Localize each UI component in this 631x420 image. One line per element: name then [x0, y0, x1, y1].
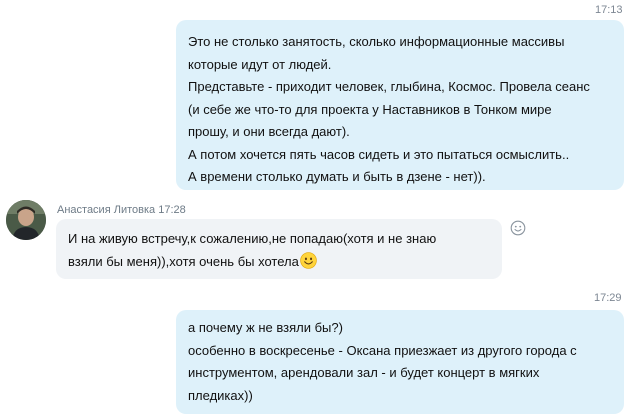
- outgoing-message-bubble[interactable]: а почему ж не взяли бы?) особенно в воск…: [176, 310, 624, 414]
- sender-name[interactable]: Анастасия Литовка: [57, 204, 155, 216]
- message-text: Представьте - приходит человек, глыбина,…: [188, 79, 590, 94]
- message-text: прошу, и они всегда дают).: [188, 124, 350, 139]
- message-text: особенно в воскресенье - Оксана приезжае…: [188, 342, 577, 358]
- message-text: которые идут от людей.: [188, 56, 332, 72]
- smile-emoji: [300, 251, 317, 269]
- message-text: И на живую встречу,к сожалению,не попада…: [68, 231, 437, 246]
- message-text: Это не столько занятость, сколько информ…: [188, 34, 565, 49]
- sender-line: Анастасия Литовка 17:28: [57, 204, 186, 216]
- message-timestamp: 17:29: [594, 292, 622, 304]
- avatar-photo: [6, 200, 46, 240]
- outgoing-message-bubble[interactable]: Это не столько занятость, сколько информ…: [176, 20, 624, 190]
- message-text: а почему ж не взяли бы?): [188, 320, 343, 335]
- message-text: (и себе же что-то для проекта у Наставни…: [188, 101, 552, 117]
- message-text: инструментом, арендовали зал - и будет к…: [188, 365, 540, 380]
- message-text-with-emoji: взяли бы меня)),хотя очень бы хотела: [68, 251, 490, 274]
- message-text: А времени столько думать и быть в дзене …: [188, 169, 486, 184]
- message-timestamp: 17:13: [595, 4, 623, 16]
- message-text: пледиках)): [188, 387, 253, 403]
- avatar[interactable]: [6, 200, 46, 240]
- message-text: взяли бы меня)),хотя очень бы хотела: [68, 253, 299, 269]
- incoming-message-bubble[interactable]: И на живую встречу,к сожалению,не попада…: [56, 219, 502, 279]
- emoji-react-icon[interactable]: [510, 220, 526, 236]
- message-timestamp: 17:28: [158, 204, 186, 216]
- message-text: А потом хочется пять часов сидеть и это …: [188, 146, 570, 162]
